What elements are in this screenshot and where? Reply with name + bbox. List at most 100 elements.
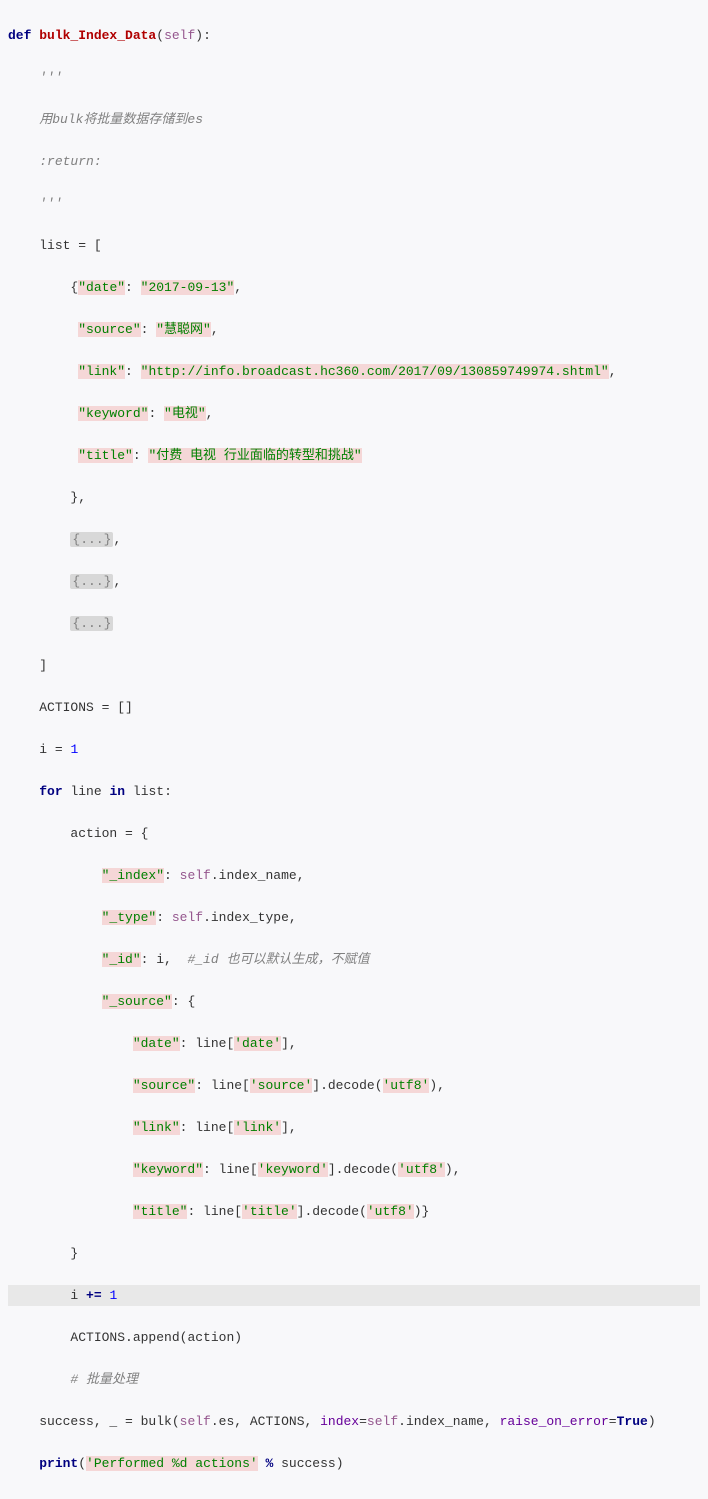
string-arg: 'source'	[250, 1078, 312, 1093]
code-line: "keyword": line['keyword'].decode('utf8'…	[8, 1159, 700, 1180]
code-line: }	[8, 1243, 700, 1264]
rhs: ].decode(	[297, 1204, 367, 1219]
attr: .es, ACTIONS,	[211, 1414, 320, 1429]
action-close: }	[70, 1246, 78, 1261]
code-line: print('Performed %d actions' % success)	[8, 1453, 700, 1474]
string-key: "title"	[133, 1204, 188, 1219]
actions-append: ACTIONS.append(action)	[70, 1330, 242, 1345]
string-key: "keyword"	[133, 1162, 203, 1177]
folded-region[interactable]: {...}	[70, 532, 113, 547]
rhs: ),	[445, 1162, 461, 1177]
dict-close: },	[70, 490, 86, 505]
string-arg: 'keyword'	[258, 1162, 328, 1177]
for-keyword: for	[39, 784, 62, 799]
rhs: ),	[429, 1078, 445, 1093]
string-key: "_id"	[102, 952, 141, 967]
code-block: def bulk_Index_Data(self): ''' 用bulk将批量数…	[0, 0, 708, 1499]
code-line: {...},	[8, 529, 700, 550]
rhs: : line[	[180, 1036, 235, 1051]
string-key: "source"	[133, 1078, 195, 1093]
code-line: {"date": "2017-09-13",	[8, 277, 700, 298]
kwarg: index	[320, 1414, 359, 1429]
code-line: success, _ = bulk(self.es, ACTIONS, inde…	[8, 1411, 700, 1432]
self-ref: self	[172, 910, 203, 925]
string-key: "title"	[78, 448, 133, 463]
string-key: "_source"	[102, 994, 172, 1009]
string-key: "date"	[133, 1036, 180, 1051]
attr: .index_name,	[398, 1414, 499, 1429]
code-line: "link": "http://info.broadcast.hc360.com…	[8, 361, 700, 382]
function-name: bulk_Index_Data	[39, 28, 156, 43]
string-val: "付费 电视 行业面临的转型和挑战"	[148, 448, 361, 463]
self-ref: self	[180, 1414, 211, 1429]
list-var: list:	[133, 784, 172, 799]
string-arg: 'title'	[242, 1204, 297, 1219]
colon: :	[203, 28, 211, 43]
code-line: ACTIONS.append(action)	[8, 1327, 700, 1348]
code-line: "_index": self.index_name,	[8, 865, 700, 886]
number-literal: 1	[102, 1288, 118, 1303]
code-line: },	[8, 487, 700, 508]
code-line: action = {	[8, 823, 700, 844]
comment: # 批量处理	[70, 1372, 138, 1387]
code-line: "keyword": "电视",	[8, 403, 700, 424]
code-line: :return:	[8, 151, 700, 172]
self-ref: self	[367, 1414, 398, 1429]
code-line-highlighted: i += 1	[8, 1285, 700, 1306]
code-line: for line in list:	[8, 781, 700, 802]
string-key: "keyword"	[78, 406, 148, 421]
rhs: : line[	[180, 1120, 235, 1135]
code-line: def bulk_Index_Data(self):	[8, 25, 700, 46]
string-key: "link"	[133, 1120, 180, 1135]
string-key: "source"	[78, 322, 140, 337]
code-line: i = 1	[8, 739, 700, 760]
id-val: : i,	[141, 952, 188, 967]
in-keyword: in	[109, 784, 125, 799]
string-arg: 'utf8'	[383, 1078, 430, 1093]
docstring-close: '''	[39, 196, 62, 211]
code-line: "_type": self.index_type,	[8, 907, 700, 928]
code-line: "link": line['link'],	[8, 1117, 700, 1138]
var: success)	[281, 1456, 343, 1471]
string-arg: 'link'	[234, 1120, 281, 1135]
folded-region[interactable]: {...}	[70, 616, 113, 631]
eq: =	[609, 1414, 617, 1429]
mod-op: %	[258, 1456, 281, 1471]
kwarg: raise_on_error	[500, 1414, 609, 1429]
code-line: "source": "慧聪网",	[8, 319, 700, 340]
number-literal: 1	[70, 742, 78, 757]
rhs: ],	[281, 1120, 297, 1135]
code-line: '''	[8, 67, 700, 88]
string-arg: 'utf8'	[398, 1162, 445, 1177]
rhs: : line[	[195, 1078, 250, 1093]
i-incr-pre: i	[70, 1288, 86, 1303]
list-assign: list = [	[39, 238, 101, 253]
docstring-open: '''	[39, 70, 62, 85]
code-line: "_source": {	[8, 991, 700, 1012]
loop-var: line	[70, 784, 101, 799]
string-key: "link"	[78, 364, 125, 379]
src-open: : {	[172, 994, 195, 1009]
string-val: "慧聪网"	[156, 322, 211, 337]
self-param: self	[164, 28, 195, 43]
actions-assign: ACTIONS = []	[39, 700, 133, 715]
rhs: ].decode(	[328, 1162, 398, 1177]
string-val: "2017-09-13"	[141, 280, 235, 295]
rhs: ].decode(	[312, 1078, 382, 1093]
self-ref: self	[180, 868, 211, 883]
attr: .index_type,	[203, 910, 297, 925]
code-line: list = [	[8, 235, 700, 256]
code-line: ACTIONS = []	[8, 697, 700, 718]
string-key: "date"	[78, 280, 125, 295]
open-paren: (	[78, 1456, 86, 1471]
folded-region[interactable]: {...}	[70, 574, 113, 589]
i-assign-pre: i =	[39, 742, 70, 757]
string-val: "电视"	[164, 406, 206, 421]
string-literal: 'Performed %d actions'	[86, 1456, 258, 1471]
code-line: "title": line['title'].decode('utf8')}	[8, 1201, 700, 1222]
code-line: "source": line['source'].decode('utf8'),	[8, 1075, 700, 1096]
print-keyword: print	[39, 1456, 78, 1471]
code-line: "date": line['date'],	[8, 1033, 700, 1054]
string-arg: 'date'	[234, 1036, 281, 1051]
rhs: )}	[414, 1204, 430, 1219]
